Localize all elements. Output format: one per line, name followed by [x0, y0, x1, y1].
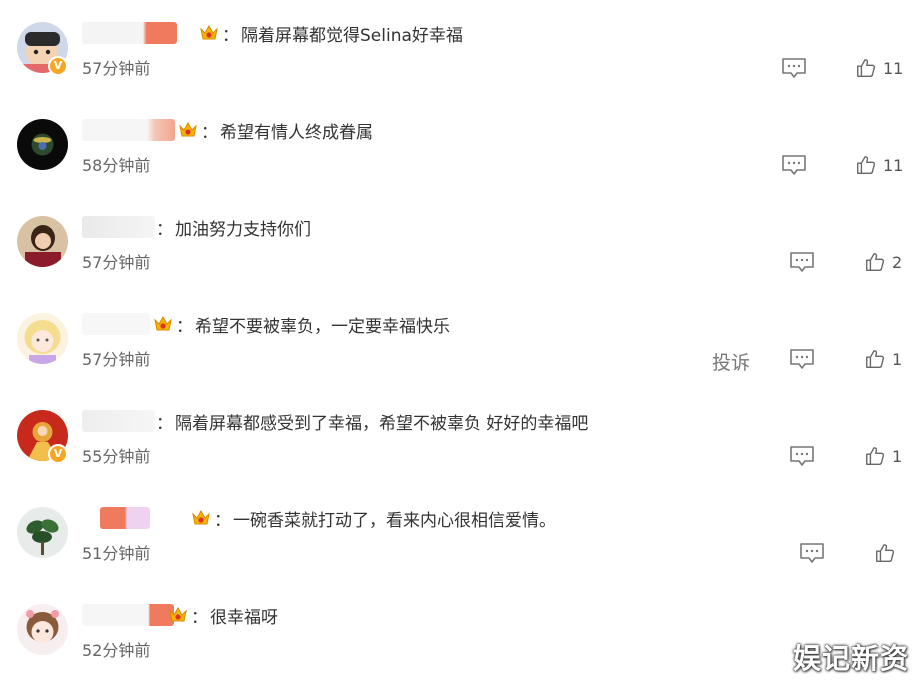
comment-text: 很幸福呀 — [210, 607, 278, 628]
comment-text: 隔着屏幕都觉得Selina好幸福 — [241, 25, 463, 46]
separator: ： — [176, 316, 193, 337]
comment-time: 55分钟前 — [82, 447, 151, 466]
thumbs-up-icon — [866, 447, 885, 465]
like-count: 11 — [883, 58, 904, 78]
username[interactable] — [100, 507, 150, 529]
comment-text: 一碗香菜就打动了，看来内心很相信爱情。 — [233, 510, 556, 531]
like-button[interactable]: 11 — [855, 55, 903, 81]
reply-button[interactable] — [781, 57, 807, 79]
comment-icon — [782, 155, 806, 175]
watermark: 娱记新资 — [793, 642, 910, 675]
thumbs-up-icon — [866, 350, 885, 368]
like-count: 1 — [892, 349, 903, 369]
crown-icon — [199, 23, 219, 43]
crown-icon — [178, 120, 198, 140]
verified-badge-icon: V — [48, 444, 68, 464]
separator: ： — [222, 25, 239, 46]
comment-line: ： 一碗香菜就打动了，看来内心很相信爱情。 — [100, 505, 556, 531]
like-count: 1 — [892, 446, 903, 466]
comment-line: ： 希望有情人终成眷属 — [82, 117, 373, 143]
like-count: 11 — [883, 155, 904, 175]
username[interactable] — [82, 410, 155, 432]
comment-icon — [782, 58, 806, 78]
username[interactable] — [82, 216, 155, 238]
comment-icon — [790, 446, 814, 466]
avatar[interactable] — [17, 604, 68, 655]
comment-item: V ： 隔着屏幕都感受到了幸福，希望不被辜负 好好的幸福吧 55分钟前 1 — [0, 388, 920, 485]
like-button[interactable]: 1 — [864, 346, 902, 372]
avatar[interactable] — [17, 507, 68, 558]
username[interactable] — [82, 313, 150, 335]
like-button[interactable] — [874, 540, 902, 566]
comment-text: 希望不要被辜负，一定要幸福快乐 — [195, 316, 450, 337]
separator: ： — [156, 413, 173, 434]
crown-icon — [168, 605, 188, 625]
comment-item: ： 希望有情人终成眷属 58分钟前 11 — [0, 97, 920, 194]
reply-button[interactable] — [799, 542, 825, 564]
reply-button[interactable] — [789, 445, 815, 467]
comment-line: ： 隔着屏幕都觉得Selina好幸福 — [82, 20, 463, 46]
separator: ： — [156, 219, 173, 240]
comment-icon — [790, 252, 814, 272]
username[interactable] — [82, 119, 175, 141]
like-count: 2 — [892, 252, 903, 272]
username[interactable] — [82, 22, 177, 44]
comment-line: ： 隔着屏幕都感受到了幸福，希望不被辜负 好好的幸福吧 — [82, 408, 588, 434]
reply-button[interactable] — [789, 251, 815, 273]
like-button[interactable]: 1 — [864, 443, 902, 469]
comment-item: ： 希望不要被辜负，一定要幸福快乐 57分钟前 投诉 1 — [0, 291, 920, 388]
comment-item: ： 加油努力支持你们 57分钟前 2 — [0, 194, 920, 291]
username[interactable] — [82, 604, 174, 626]
reply-button[interactable] — [781, 154, 807, 176]
avatar[interactable] — [17, 313, 68, 364]
like-button[interactable]: 11 — [855, 152, 903, 178]
comment-time: 51分钟前 — [82, 544, 151, 563]
comment-time: 57分钟前 — [82, 59, 151, 78]
thumbs-up-icon — [876, 544, 895, 562]
comment-text: 隔着屏幕都感受到了幸福，希望不被辜负 好好的幸福吧 — [175, 413, 589, 434]
crown-icon — [153, 314, 173, 334]
comment-line: ： 加油努力支持你们 — [82, 214, 311, 240]
comment-time: 52分钟前 — [82, 641, 151, 660]
comment-time: 58分钟前 — [82, 156, 151, 175]
comment-item: ： 很幸福呀 52分钟前 — [0, 582, 920, 679]
separator: ： — [214, 510, 231, 531]
comment-line: ： 希望不要被辜负，一定要幸福快乐 — [82, 311, 450, 337]
comment-icon — [790, 349, 814, 369]
crown-icon — [191, 508, 211, 528]
verified-badge-icon: V — [48, 56, 68, 76]
report-button[interactable]: 投诉 — [712, 348, 750, 375]
comment-item: ： 一碗香菜就打动了，看来内心很相信爱情。 51分钟前 — [0, 485, 920, 582]
thumbs-up-icon — [857, 156, 876, 174]
avatar[interactable] — [17, 119, 68, 170]
separator: ： — [191, 607, 208, 628]
comment-line: ： 很幸福呀 — [82, 602, 278, 628]
like-button[interactable]: 2 — [864, 249, 902, 275]
thumbs-up-icon — [866, 253, 885, 271]
comment-text: 希望有情人终成眷属 — [220, 122, 373, 143]
comment-item: V ： 隔着屏幕都觉得Selina好幸福 57分钟前 11 — [0, 0, 920, 97]
comment-text: 加油努力支持你们 — [175, 219, 311, 240]
avatar[interactable] — [17, 216, 68, 267]
comment-icon — [800, 543, 824, 563]
separator: ： — [201, 122, 218, 143]
thumbs-up-icon — [857, 59, 876, 77]
comment-time: 57分钟前 — [82, 253, 151, 272]
comment-time: 57分钟前 — [82, 350, 151, 369]
reply-button[interactable] — [789, 348, 815, 370]
